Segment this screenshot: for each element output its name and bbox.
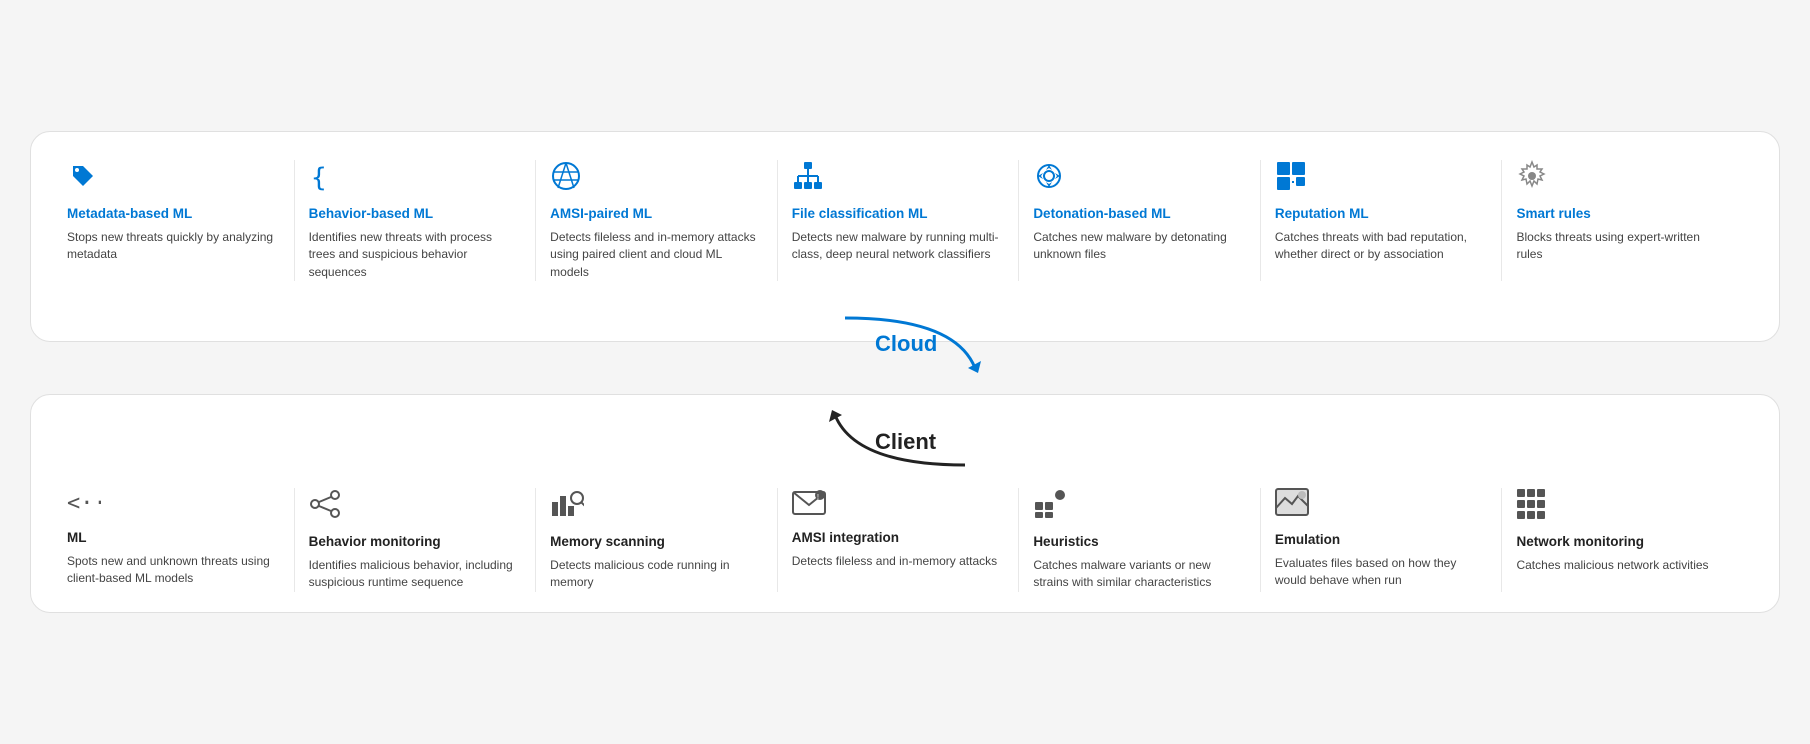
smart-rules-desc: Blocks threats using expert-written rule… [1516, 229, 1729, 264]
crosshair-icon [1033, 160, 1246, 197]
envelope-icon: ! [792, 488, 1005, 521]
item-memory-scanning: Memory scanning Detects malicious code r… [536, 488, 778, 591]
svg-text:{ }: { } [311, 163, 341, 192]
network-monitoring-desc: Catches malicious network activities [1516, 557, 1729, 574]
item-metadata-ml: Metadata-based ML Stops new threats quic… [67, 160, 295, 281]
item-heuristics: Heuristics Catches malware variants or n… [1019, 488, 1261, 591]
behavior-monitoring-desc: Identifies malicious behavior, including… [309, 557, 522, 592]
item-behavior-ml: { } Behavior-based ML Identifies new thr… [295, 160, 537, 281]
file-class-ml-title: File classification ML [792, 205, 1005, 223]
item-reputation-ml: Reputation ML Catches threats with bad r… [1261, 160, 1503, 281]
hierarchy-icon [792, 160, 1005, 197]
metadata-ml-desc: Stops new threats quickly by analyzing m… [67, 229, 280, 264]
squares-icon [1275, 160, 1488, 197]
detonation-ml-title: Detonation-based ML [1033, 205, 1246, 223]
amsi-integration-desc: Detects fileless and in-memory attacks [792, 553, 1005, 570]
file-class-ml-desc: Detects new malware by running multi-cla… [792, 229, 1005, 264]
memory-scanning-desc: Detects malicious code running in memory [550, 557, 763, 592]
cloud-connector: Cloud [31, 313, 1779, 383]
svg-text:<···>: <···> [67, 491, 101, 516]
reputation-ml-desc: Catches threats with bad reputation, whe… [1275, 229, 1488, 264]
share-icon [309, 488, 522, 525]
heuristics-title: Heuristics [1033, 533, 1246, 551]
client-items-row: <···> ML Spots new and unknown threats u… [67, 488, 1743, 591]
item-smart-rules: Smart rules Blocks threats using expert-… [1502, 160, 1743, 281]
emulation-title: Emulation [1275, 531, 1488, 549]
amsi-ml-title: AMSI-paired ML [550, 205, 763, 223]
client-ml-desc: Spots new and unknown threats using clie… [67, 553, 280, 588]
client-ml-title: ML [67, 529, 280, 547]
item-behavior-monitoring: Behavior monitoring Identifies malicious… [295, 488, 537, 591]
svg-text:Cloud: Cloud [875, 331, 937, 356]
item-client-ml: <···> ML Spots new and unknown threats u… [67, 488, 295, 591]
network-icon [550, 160, 763, 197]
heuristics-desc: Catches malware variants or new strains … [1033, 557, 1246, 592]
amsi-ml-desc: Detects fileless and in-memory attacks u… [550, 229, 763, 281]
metadata-ml-title: Metadata-based ML [67, 205, 280, 223]
chart-search-icon [550, 488, 763, 525]
memory-scanning-title: Memory scanning [550, 533, 763, 551]
cloud-panel: Metadata-based ML Stops new threats quic… [30, 131, 1780, 342]
item-emulation: Emulation Evaluates files based on how t… [1261, 488, 1503, 591]
item-amsi-ml: AMSI-paired ML Detects fileless and in-m… [536, 160, 778, 281]
reputation-ml-title: Reputation ML [1275, 205, 1488, 223]
smart-rules-title: Smart rules [1516, 205, 1729, 223]
client-arrow-svg: Client [795, 405, 1015, 470]
client-panel: Client <···> ML Spots new and unknown th… [30, 394, 1780, 612]
item-file-class-ml: File classification ML Detects new malwa… [778, 160, 1020, 281]
item-detonation-ml: Detonation-based ML Catches new malware … [1019, 160, 1261, 281]
client-connector: Client [67, 405, 1743, 470]
cloud-items-row: Metadata-based ML Stops new threats quic… [67, 160, 1743, 281]
behavior-ml-desc: Identifies new threats with process tree… [309, 229, 522, 281]
svg-text:!: ! [817, 494, 819, 501]
item-amsi-integration: ! AMSI integration Detects fileless and … [778, 488, 1020, 591]
detonation-ml-desc: Catches new malware by detonating unknow… [1033, 229, 1246, 264]
braces-icon: { } [309, 160, 522, 197]
behavior-monitoring-title: Behavior monitoring [309, 533, 522, 551]
network-monitoring-title: Network monitoring [1516, 533, 1729, 551]
dots-square-icon [1033, 488, 1246, 525]
behavior-ml-title: Behavior-based ML [309, 205, 522, 223]
tag-icon [67, 160, 280, 197]
svg-text:Client: Client [875, 429, 937, 454]
landscape-icon [1275, 488, 1488, 523]
amsi-integration-title: AMSI integration [792, 529, 1005, 547]
item-network-monitoring: Network monitoring Catches malicious net… [1502, 488, 1743, 591]
cloud-arrow-svg: Cloud [795, 313, 1015, 383]
emulation-desc: Evaluates files based on how they would … [1275, 555, 1488, 590]
arrows-lr-icon: <···> [67, 488, 280, 521]
gear-icon [1516, 160, 1729, 197]
grid-icon [1516, 488, 1729, 525]
